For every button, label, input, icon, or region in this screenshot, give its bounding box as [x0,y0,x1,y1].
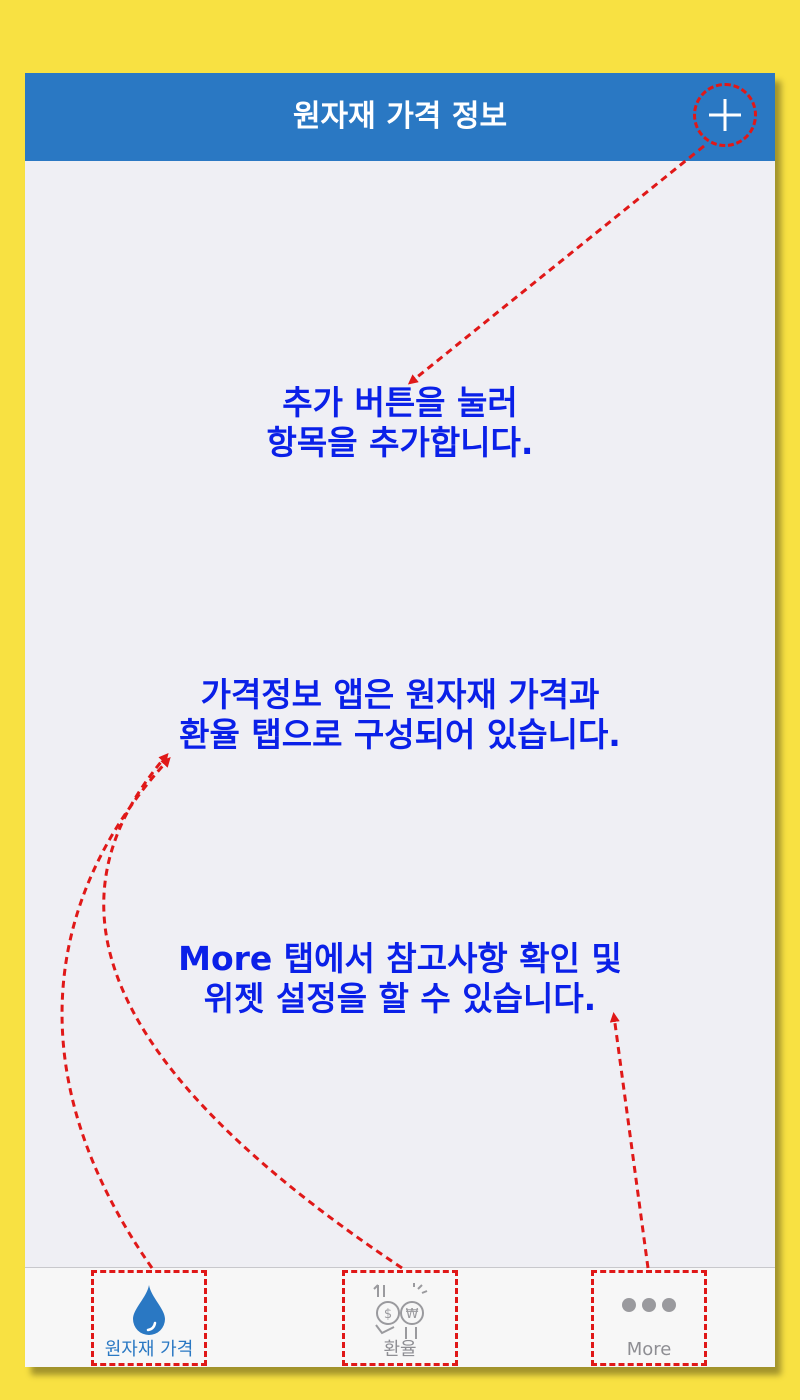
plus-icon [709,99,741,131]
more-dots-icon [622,1298,676,1312]
page-title: 원자재 가격 정보 [292,99,508,134]
tab-label: 환율 [383,1339,417,1360]
hint-line: 위젯 설정을 할 수 있습니다. [203,979,597,1018]
hint-line: More 탭에서 참고사항 확인 및 [178,939,622,978]
tabs-hint: 가격정보 앱은 원자재 가격과 환율 탭으로 구성되어 있습니다. [25,675,775,755]
hint-line: 항목을 추가합니다. [266,423,534,462]
navigation-bar: 원자재 가격 정보 [25,73,775,161]
svg-text:₩: ₩ [406,1307,419,1322]
tab-more[interactable]: More [591,1270,707,1366]
add-item-hint: 추가 버튼을 눌러 항목을 추가합니다. [25,383,775,463]
hint-line: 추가 버튼을 눌러 [282,383,518,422]
more-hint: More 탭에서 참고사항 확인 및 위젯 설정을 할 수 있습니다. [25,939,775,1019]
water-drop-icon [133,1285,165,1335]
svg-text:$: $ [384,1307,392,1322]
tab-label: 원자재 가격 [104,1339,194,1360]
tab-label: More [626,1339,672,1360]
hint-line: 환율 탭으로 구성되어 있습니다. [179,715,621,754]
app-screen: 원자재 가격 정보 추가 버튼을 눌러 항목을 추가합니다. 가격정보 앱은 원… [25,73,775,1367]
add-button[interactable] [693,83,757,147]
tab-raw-material-prices[interactable]: 원자재 가격 [91,1270,207,1366]
tab-bar: 원자재 가격 $ ₩ 환율 More [25,1267,775,1367]
tab-exchange-rate[interactable]: $ ₩ 환율 [342,1270,458,1366]
currency-exchange-icon: $ ₩ [373,1283,428,1339]
hint-line: 가격정보 앱은 원자재 가격과 [200,675,600,714]
